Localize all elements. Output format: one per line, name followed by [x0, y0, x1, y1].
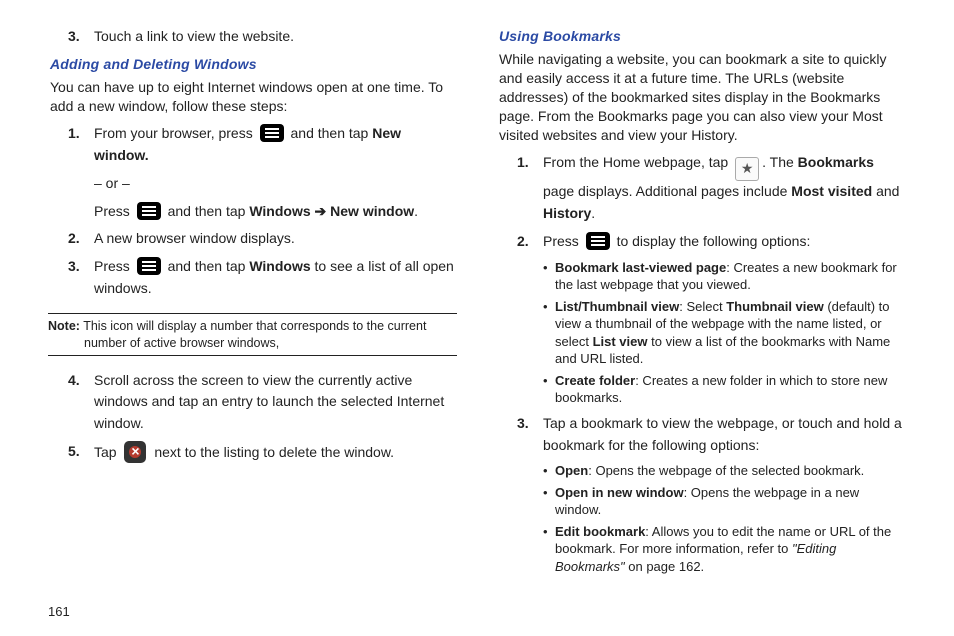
page-number: 161: [48, 604, 70, 619]
list-body: Touch a link to view the website.: [94, 26, 457, 48]
text: Press: [94, 258, 134, 274]
list-number: 1.: [68, 123, 94, 166]
bold-text: List/Thumbnail view: [555, 299, 679, 314]
close-icon: [124, 441, 146, 463]
bold-text: Open in new window: [555, 485, 684, 500]
list-body: Press and then tap Windows to see a list…: [94, 256, 457, 299]
list-body: Press to display the following options:: [543, 231, 906, 253]
text: on page 162.: [625, 559, 705, 574]
list-item: 2. A new browser window displays.: [68, 228, 457, 250]
list-body: From the Home webpage, tap ★. The Bookma…: [543, 152, 906, 224]
text: From your browser, press: [94, 125, 257, 141]
page: 3. Touch a link to view the website. Add…: [0, 0, 954, 580]
bold-text: Bookmark last-viewed page: [555, 260, 726, 275]
or-divider: – or –: [94, 173, 457, 195]
note-block: Note: This icon will display a number th…: [48, 313, 457, 356]
bold-text: Create folder: [555, 373, 635, 388]
list-item: 3. Press and then tap Windows to see a l…: [68, 256, 457, 299]
list-number: 3.: [68, 256, 94, 299]
list-number: 3.: [517, 413, 543, 456]
text: page displays. Additional pages include: [543, 183, 791, 199]
bullet-body: List/Thumbnail view: Select Thumbnail vi…: [555, 298, 906, 368]
bold-text: List view: [593, 334, 648, 349]
bullet-icon: •: [543, 298, 555, 368]
text: Press: [94, 203, 134, 219]
bullet-icon: •: [543, 523, 555, 576]
bullet-item: • List/Thumbnail view: Select Thumbnail …: [543, 298, 906, 368]
bullet-body: Open in new window: Opens the webpage in…: [555, 484, 906, 519]
note-text: Note: This icon will display a number th…: [48, 318, 457, 351]
list-item: 2. Press to display the following option…: [517, 231, 906, 253]
text: From the Home webpage, tap: [543, 154, 732, 170]
paragraph: While navigating a website, you can book…: [499, 50, 906, 144]
list-body: Tap a bookmark to view the webpage, or t…: [543, 413, 906, 456]
note-label: Note:: [48, 319, 80, 333]
menu-icon: [586, 232, 610, 250]
text: next to the listing to delete the window…: [150, 444, 394, 460]
bold-text: Windows: [249, 203, 310, 219]
list-item: 1. From your browser, press and then tap…: [68, 123, 457, 166]
paragraph: You can have up to eight Internet window…: [50, 78, 457, 116]
text: and then tap: [164, 258, 250, 274]
bullet-icon: •: [543, 462, 555, 480]
list-number: 1.: [517, 152, 543, 224]
list-item: 5. Tap next to the listing to delete the…: [68, 441, 457, 464]
bullet-item: • Open: Opens the webpage of the selecte…: [543, 462, 906, 480]
bold-text: Open: [555, 463, 588, 478]
bold-text: Windows: [249, 258, 310, 274]
section-heading-adding-deleting: Adding and Deleting Windows: [50, 56, 457, 72]
text: and: [872, 183, 899, 199]
list-body: Scroll across the screen to view the cur…: [94, 370, 457, 435]
list-number: 2.: [517, 231, 543, 253]
left-column: 3. Touch a link to view the website. Add…: [48, 20, 457, 580]
list-body: A new browser window displays.: [94, 228, 457, 250]
list-body: Tap next to the listing to delete the wi…: [94, 441, 457, 464]
list-item: 3. Tap a bookmark to view the webpage, o…: [517, 413, 906, 456]
text: .: [591, 205, 595, 221]
list-number: 3.: [68, 26, 94, 48]
list-item: 1. From the Home webpage, tap ★. The Boo…: [517, 152, 906, 224]
bullet-item: • Open in new window: Opens the webpage …: [543, 484, 906, 519]
bullet-icon: •: [543, 259, 555, 294]
list-item: 4. Scroll across the screen to view the …: [68, 370, 457, 435]
bullet-item: • Edit bookmark: Allows you to edit the …: [543, 523, 906, 576]
list-number: 5.: [68, 441, 94, 464]
menu-icon: [137, 202, 161, 220]
bullet-body: Create folder: Creates a new folder in w…: [555, 372, 906, 407]
section-heading-using-bookmarks: Using Bookmarks: [499, 28, 906, 44]
text: : Select: [679, 299, 726, 314]
bullet-body: Bookmark last-viewed page: Creates a new…: [555, 259, 906, 294]
bullet-item: • Create folder: Creates a new folder in…: [543, 372, 906, 407]
bold-text: Thumbnail view: [726, 299, 824, 314]
right-column: Using Bookmarks While navigating a websi…: [497, 20, 906, 580]
bold-text: Most visited: [791, 183, 872, 199]
text: and then tap: [287, 125, 373, 141]
bullet-body: Open: Opens the webpage of the selected …: [555, 462, 906, 480]
bold-text: Edit bookmark: [555, 524, 645, 539]
list-body: From your browser, press and then tap Ne…: [94, 123, 457, 166]
bookmark-star-icon: ★: [735, 157, 759, 181]
bold-text: Bookmarks: [798, 154, 874, 170]
list-body: Press and then tap Windows ➔ New window.: [94, 201, 457, 223]
text: and then tap: [164, 203, 250, 219]
menu-icon: [260, 124, 284, 142]
bold-text: New window: [330, 203, 414, 219]
list-item: 3. Touch a link to view the website.: [68, 26, 457, 48]
arrow-icon: ➔: [311, 203, 331, 219]
text: to display the following options:: [613, 233, 811, 249]
bullet-icon: •: [543, 484, 555, 519]
bullet-icon: •: [543, 372, 555, 407]
text: . The: [762, 154, 798, 170]
bullet-item: • Bookmark last-viewed page: Creates a n…: [543, 259, 906, 294]
list-number: 2.: [68, 228, 94, 250]
note-body: This icon will display a number that cor…: [83, 319, 426, 349]
menu-icon: [137, 257, 161, 275]
bullet-body: Edit bookmark: Allows you to edit the na…: [555, 523, 906, 576]
text: : Opens the webpage of the selected book…: [588, 463, 864, 478]
text: Tap: [94, 444, 120, 460]
list-number: 4.: [68, 370, 94, 435]
text: Press: [543, 233, 583, 249]
text: .: [414, 203, 418, 219]
bold-text: History: [543, 205, 591, 221]
